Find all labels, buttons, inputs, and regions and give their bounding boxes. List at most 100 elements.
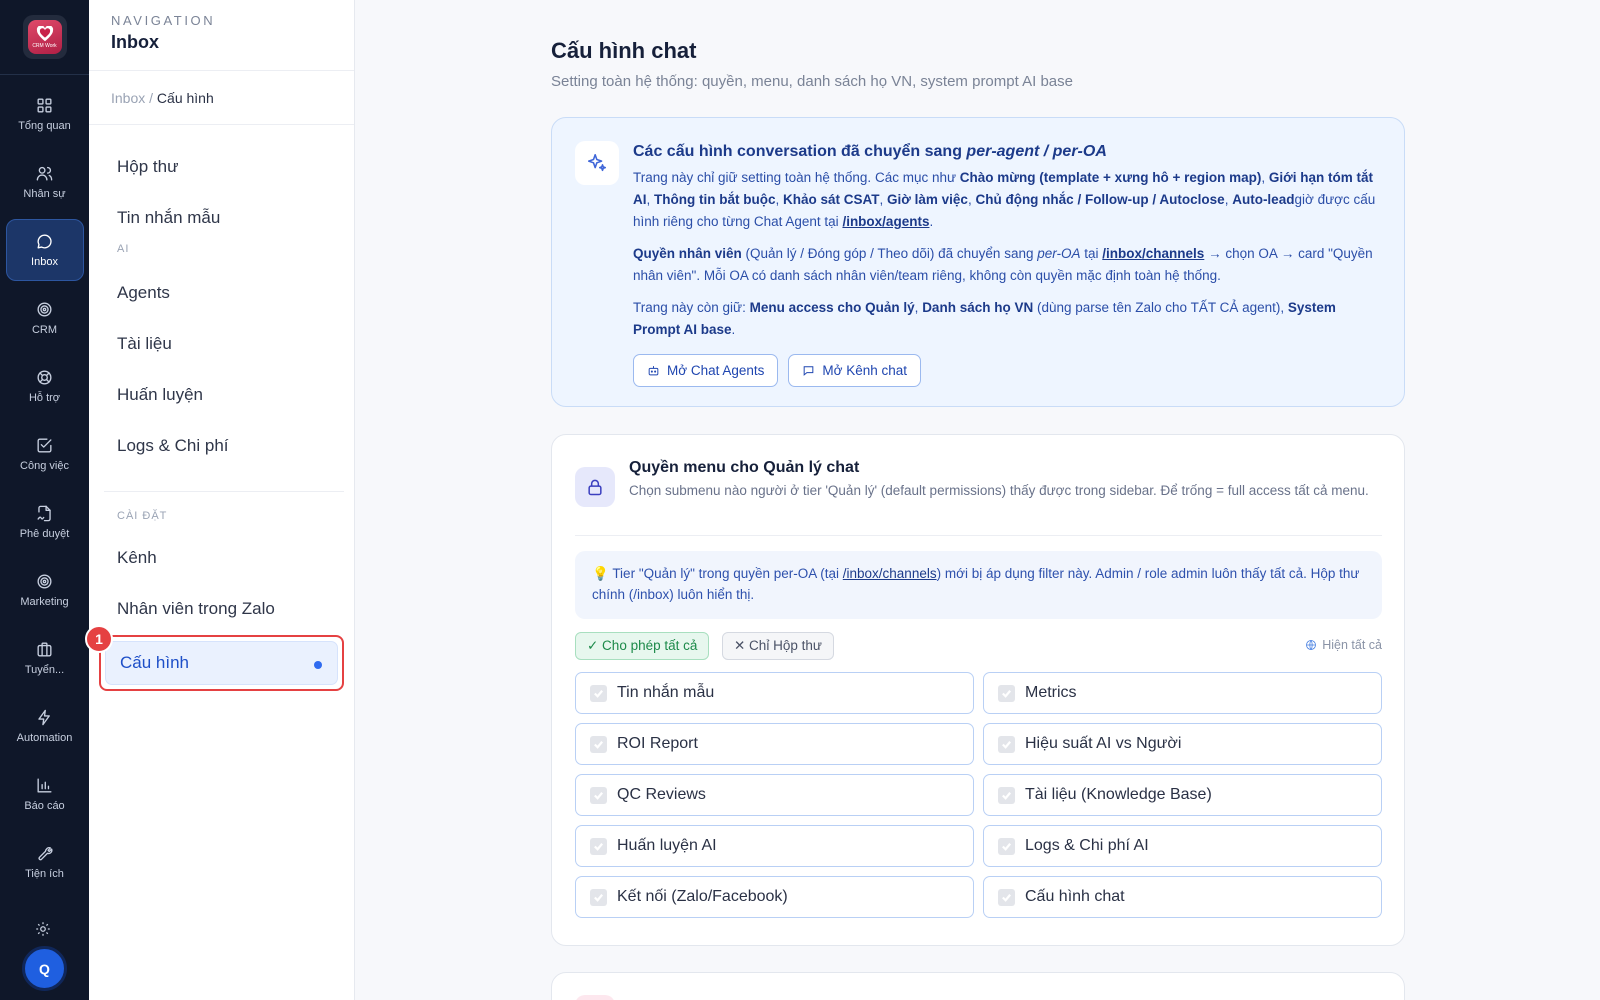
active-indicator-dot [314, 661, 322, 669]
nav-item-kenh[interactable]: Kênh [98, 532, 344, 583]
menu-option-checkbox[interactable]: Logs & Chi phí AI [983, 825, 1382, 867]
breadcrumb: Inbox / Cấu hình [89, 71, 354, 125]
show-all-toggle[interactable]: Hiện tất cả [1305, 638, 1382, 652]
grid-icon [37, 98, 52, 113]
rail-item-bao-cao[interactable]: Báo cáo [6, 763, 84, 825]
rail-divider [0, 74, 89, 75]
nav-item-logs-chi-phi[interactable]: Logs & Chi phí [98, 420, 344, 471]
file-signature-icon [37, 505, 51, 522]
users-icon [36, 166, 53, 181]
notice-title: Các cấu hình conversation đã chuyển sang… [633, 143, 1107, 160]
rail-item-tien-ich[interactable]: Tiện ích [6, 831, 84, 893]
allow-all-button[interactable]: ✓ Cho phép tất cả [575, 632, 710, 660]
card-icon [575, 995, 615, 1000]
rail-item-marketing[interactable]: Marketing [6, 559, 84, 621]
user-avatar[interactable]: Q [22, 946, 67, 991]
nav-section-ai: AI [117, 243, 130, 255]
menu-option-checkbox[interactable]: Kết nối (Zalo/Facebook) [575, 876, 974, 918]
rail-item-phe-duyet[interactable]: Phê duyệt [6, 491, 84, 553]
lightning-icon [38, 709, 50, 726]
open-chat-agents-button[interactable]: Mở Chat Agents [633, 354, 779, 387]
rail-item-label: Nhân sự [23, 188, 66, 200]
nav-item-huan-luyen[interactable]: Huấn luyện [98, 369, 344, 420]
rail-item-label: Marketing [20, 596, 69, 608]
rail-item-nhan-su[interactable]: Nhân sự [6, 151, 84, 213]
migration-notice: Các cấu hình conversation đã chuyển sang… [551, 117, 1405, 407]
sparkles-icon [575, 141, 619, 185]
menu-option-checkbox[interactable]: QC Reviews [575, 774, 974, 816]
briefcase-icon [37, 642, 52, 657]
checkbox-icon [590, 786, 607, 804]
menu-options-grid: Tin nhắn mẫu Metrics ROI Report Hiệu suấ… [575, 672, 1382, 918]
target-icon [37, 302, 52, 317]
nav-list: Hộp thư Tin nhắn mẫu AI Agents Tài liệu … [89, 125, 354, 691]
menu-option-checkbox[interactable]: ROI Report [575, 723, 974, 765]
rail-item-inbox[interactable]: Inbox [5, 219, 84, 281]
nav-section-settings: CÀI ĐẶT [117, 510, 168, 522]
menu-option-checkbox[interactable]: Hiệu suất AI vs Người [983, 723, 1382, 765]
rail-item-label: Báo cáo [24, 800, 65, 812]
rail-item-label: Công việc [20, 460, 69, 472]
card-description: Chọn submenu nào người ở tier 'Quản lý' … [629, 483, 1369, 498]
settings-gear-icon[interactable] [34, 920, 54, 940]
open-channels-button[interactable]: Mở Kênh chat [788, 354, 922, 387]
menu-option-checkbox[interactable]: Tài liệu (Knowledge Base) [983, 774, 1382, 816]
nav-item-tai-lieu[interactable]: Tài liệu [98, 318, 344, 369]
breadcrumb-current: Cấu hình [156, 90, 214, 106]
nav-title: Inbox [111, 32, 159, 52]
rail-item-cong-viec[interactable]: Công việc [6, 423, 84, 485]
checkbox-icon [998, 786, 1015, 804]
checkbox-icon [37, 438, 52, 453]
checkbox-icon [998, 684, 1015, 702]
notice-paragraph-2: Quyền nhân viên (Quản lý / Đóng góp / Th… [633, 246, 1373, 283]
nav-kicker: NAVIGATION [111, 13, 216, 28]
info-tip: 💡 Tier "Quản lý" trong quyền per-OA (tại… [575, 551, 1382, 619]
checkbox-icon [590, 837, 607, 855]
nav-header: NAVIGATION Inbox [89, 0, 354, 71]
heart-logo-icon: CRM Work [27, 20, 62, 54]
nav-item-hop-thu[interactable]: Hộp thư [98, 141, 344, 192]
app-logo[interactable]: CRM Work [22, 15, 67, 59]
wrench-icon [38, 847, 53, 861]
nav-divider [104, 491, 344, 492]
tip-link-channels[interactable]: /inbox/channels [843, 566, 937, 581]
rail-item-automation[interactable]: Automation [6, 695, 84, 757]
rail-item-crm[interactable]: CRM [6, 287, 84, 349]
target-icon [37, 574, 52, 589]
lifebuoy-icon [37, 370, 52, 385]
page-subtitle: Setting toàn hệ thống: quyền, menu, danh… [551, 73, 1073, 90]
checkbox-icon [590, 735, 607, 753]
rail-item-tong-quan[interactable]: Tổng quan [6, 83, 84, 145]
lock-icon [575, 467, 615, 507]
message-square-icon [804, 366, 814, 376]
chat-bubble-icon [37, 234, 52, 249]
checkbox-icon [998, 888, 1015, 906]
nav-item-nhan-vien-zalo[interactable]: Nhân viên trong Zalo [98, 583, 344, 634]
inbox-only-button[interactable]: ✕ Chỉ Hộp thư [722, 632, 834, 660]
logo-text: CRM Work [32, 42, 57, 49]
rail-item-label: Tiện ích [25, 868, 64, 880]
nav-item-label: Cấu hình [105, 641, 338, 685]
menu-option-checkbox[interactable]: Tin nhắn mẫu [575, 672, 974, 714]
card-title: Quyền menu cho Quản lý chat [629, 459, 860, 476]
link-inbox-agents[interactable]: /inbox/agents [842, 214, 929, 229]
rail-item-label: Tuyển... [24, 664, 65, 676]
bot-icon [648, 366, 659, 376]
card-divider [575, 535, 1382, 536]
nav-item-cau-hinh[interactable]: Cấu hình [99, 635, 344, 691]
checkbox-icon [590, 684, 607, 702]
menu-option-checkbox[interactable]: Metrics [983, 672, 1382, 714]
rail-item-label: Phê duyệt [19, 528, 70, 540]
menu-option-checkbox[interactable]: Huấn luyện AI [575, 825, 974, 867]
notice-paragraph-3: Trang này còn giữ: Menu access cho Quản … [633, 300, 1336, 337]
checkbox-icon [590, 888, 607, 906]
link-inbox-channels[interactable]: /inbox/channels [1102, 246, 1204, 261]
rail-item-ho-tro[interactable]: Hỗ trợ [6, 355, 84, 417]
secondary-nav: NAVIGATION Inbox Inbox / Cấu hình Hộp th… [89, 0, 355, 1000]
main-content: Cấu hình chat Setting toàn hệ thống: quy… [551, 0, 1405, 1000]
rail-item-tuyen-dung[interactable]: Tuyển... [6, 627, 84, 689]
breadcrumb-root-link[interactable]: Inbox [111, 90, 145, 106]
nav-item-tin-nhan-mau[interactable]: Tin nhắn mẫu [98, 192, 344, 243]
nav-item-agents[interactable]: Agents [98, 267, 344, 318]
menu-option-checkbox[interactable]: Cấu hình chat [983, 876, 1382, 918]
